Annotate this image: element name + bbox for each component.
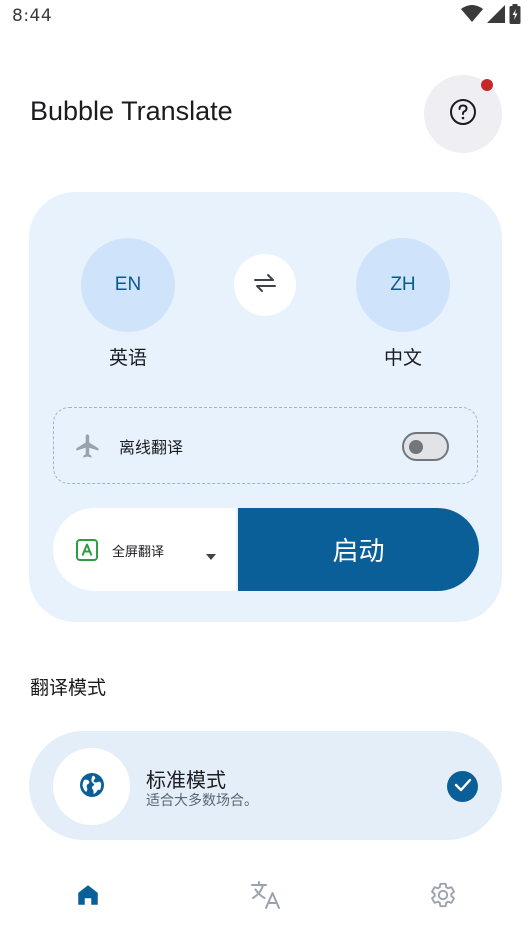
swap-languages-button[interactable] bbox=[234, 254, 296, 316]
offline-translation-label: 离线翻译 bbox=[119, 438, 184, 457]
section-title-translation-mode: 翻译模式 bbox=[30, 677, 107, 699]
signal-icon bbox=[487, 5, 505, 27]
status-time: 8:44 bbox=[12, 6, 53, 26]
home-icon bbox=[75, 882, 101, 912]
selected-check-badge bbox=[447, 771, 478, 802]
wifi-icon bbox=[461, 5, 483, 27]
start-button-label: 启动 bbox=[332, 537, 385, 567]
source-language-button[interactable]: EN bbox=[81, 238, 175, 332]
check-icon bbox=[454, 777, 472, 796]
airplane-icon bbox=[74, 432, 102, 464]
globe-icon bbox=[78, 771, 106, 803]
status-bar: 8:44 bbox=[0, 0, 531, 32]
target-language-label: 中文 bbox=[383, 347, 422, 369]
start-button[interactable]: 启动 bbox=[238, 508, 479, 591]
swap-arrows-icon bbox=[253, 273, 277, 297]
nav-item-translate[interactable] bbox=[249, 880, 283, 914]
translate-icon bbox=[250, 880, 282, 914]
mode-icon-container bbox=[53, 748, 130, 825]
chevron-down-icon bbox=[205, 546, 217, 565]
mode-name: 标准模式 bbox=[146, 768, 226, 792]
fullscreen-translate-icon bbox=[75, 538, 99, 566]
source-language-label: 英语 bbox=[108, 347, 147, 369]
translation-type-label: 全屏翻译 bbox=[112, 545, 165, 560]
target-language-button[interactable]: ZH bbox=[356, 238, 450, 332]
battery-icon bbox=[509, 4, 521, 28]
mode-description: 适合大多数场合。 bbox=[146, 793, 258, 809]
status-icons bbox=[461, 4, 521, 28]
help-circle-icon bbox=[449, 98, 477, 130]
notification-dot bbox=[481, 79, 493, 91]
nav-item-settings[interactable] bbox=[426, 880, 460, 914]
settings-gear-icon bbox=[429, 881, 457, 913]
nav-item-home[interactable] bbox=[71, 880, 105, 914]
offline-translation-toggle[interactable] bbox=[402, 432, 449, 461]
toggle-knob bbox=[409, 439, 423, 454]
app-title: Bubble Translate bbox=[30, 96, 233, 126]
